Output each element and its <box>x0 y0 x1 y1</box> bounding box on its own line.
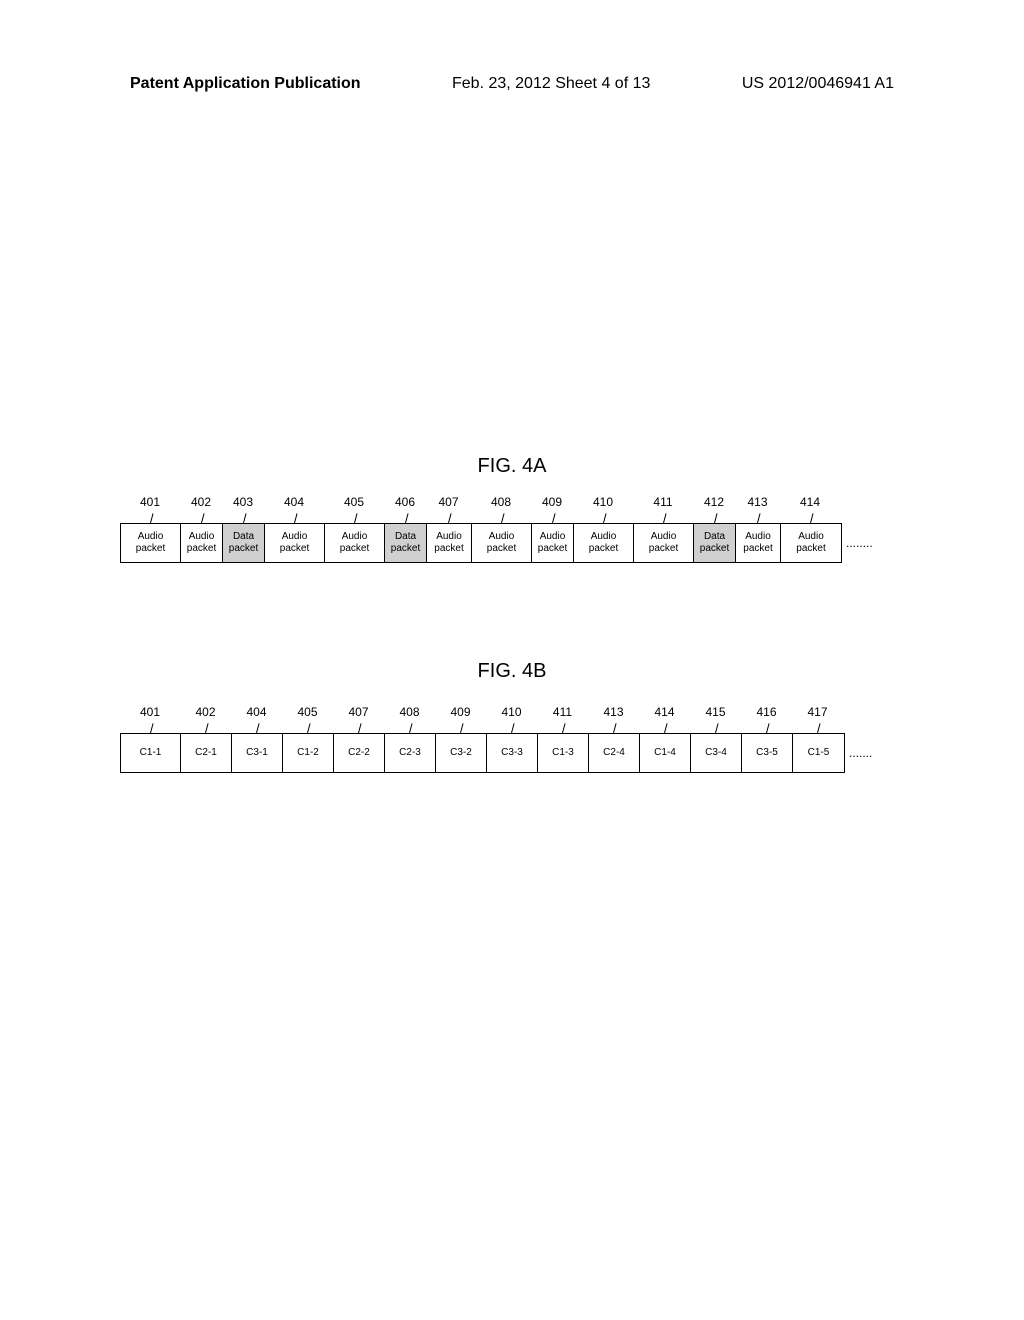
packet-cell: Data packet <box>694 524 736 562</box>
fig4a-ticks <box>120 513 904 523</box>
ref-label: 409 <box>435 705 486 719</box>
ref-label: 416 <box>741 705 792 719</box>
ref-label: 411 <box>537 705 588 719</box>
header-left: Patent Application Publication <box>130 75 361 93</box>
header-right: US 2012/0046941 A1 <box>742 75 894 93</box>
packet-cell: Audio packet <box>181 524 223 562</box>
figure-4a-label: FIG. 4A <box>478 455 547 478</box>
ref-label: 412 <box>693 495 735 509</box>
packet-cell: Audio packet <box>532 524 574 562</box>
packet-cell: C3-5 <box>742 734 793 772</box>
ref-label: 403 <box>222 495 264 509</box>
header-center: Feb. 23, 2012 Sheet 4 of 13 <box>452 75 650 93</box>
packet-cell: C1-2 <box>283 734 334 772</box>
page-header: Patent Application Publication Feb. 23, … <box>0 75 1024 93</box>
packet-cell: Data packet <box>223 524 265 562</box>
packet-cell: Audio packet <box>634 524 694 562</box>
fig4b-packet-row: C1-1 C2-1 C3-1 C1-2 C2-2 C2-3 C3-2 C3-3 … <box>120 733 845 773</box>
fig4b-ticks <box>120 723 904 733</box>
packet-cell: C2-1 <box>181 734 232 772</box>
packet-cell: C3-2 <box>436 734 487 772</box>
ref-label: 401 <box>120 705 180 719</box>
ref-label: 404 <box>231 705 282 719</box>
ref-label: 401 <box>120 495 180 509</box>
packet-cell: C1-4 <box>640 734 691 772</box>
ref-label: 413 <box>588 705 639 719</box>
fig4a-ref-labels: 401 402 403 404 405 406 407 408 409 410 … <box>120 495 904 509</box>
packet-cell: C2-3 <box>385 734 436 772</box>
packet-cell: Audio packet <box>472 524 532 562</box>
packet-cell: Audio packet <box>574 524 634 562</box>
ellipsis: ........ <box>842 536 877 550</box>
ref-label: 414 <box>639 705 690 719</box>
ref-label: 410 <box>486 705 537 719</box>
packet-cell: Audio packet <box>781 524 841 562</box>
ref-label: 411 <box>633 495 693 509</box>
ellipsis: ....... <box>845 746 876 760</box>
packet-cell: Audio packet <box>325 524 385 562</box>
packet-cell: C3-3 <box>487 734 538 772</box>
packet-cell: C1-5 <box>793 734 844 772</box>
ref-label: 407 <box>333 705 384 719</box>
packet-cell: Audio packet <box>736 524 781 562</box>
ref-label: 402 <box>180 495 222 509</box>
figure-4b-label: FIG. 4B <box>478 660 547 683</box>
packet-cell: C2-2 <box>334 734 385 772</box>
ref-label: 405 <box>282 705 333 719</box>
fig4b-ref-labels: 401 402 404 405 407 408 409 410 411 413 … <box>120 705 904 719</box>
ref-label: 404 <box>264 495 324 509</box>
packet-cell: C1-1 <box>121 734 181 772</box>
fig4a-packet-row: Audio packet Audio packet Data packet Au… <box>120 523 842 563</box>
ref-label: 406 <box>384 495 426 509</box>
ref-label: 405 <box>324 495 384 509</box>
figure-4b-diagram: 401 402 404 405 407 408 409 410 411 413 … <box>120 705 904 773</box>
packet-cell: Data packet <box>385 524 427 562</box>
ref-label: 407 <box>426 495 471 509</box>
ref-label: 417 <box>792 705 843 719</box>
packet-cell: C2-4 <box>589 734 640 772</box>
packet-cell: C3-4 <box>691 734 742 772</box>
packet-cell: Audio packet <box>265 524 325 562</box>
ref-label: 415 <box>690 705 741 719</box>
ref-label: 410 <box>573 495 633 509</box>
ref-label: 408 <box>471 495 531 509</box>
ref-label: 414 <box>780 495 840 509</box>
ref-label: 409 <box>531 495 573 509</box>
packet-cell: C3-1 <box>232 734 283 772</box>
ref-label: 402 <box>180 705 231 719</box>
packet-cell: Audio packet <box>427 524 472 562</box>
ref-label: 408 <box>384 705 435 719</box>
ref-label: 413 <box>735 495 780 509</box>
packet-cell: C1-3 <box>538 734 589 772</box>
figure-4a-diagram: 401 402 403 404 405 406 407 408 409 410 … <box>120 495 904 563</box>
packet-cell: Audio packet <box>121 524 181 562</box>
